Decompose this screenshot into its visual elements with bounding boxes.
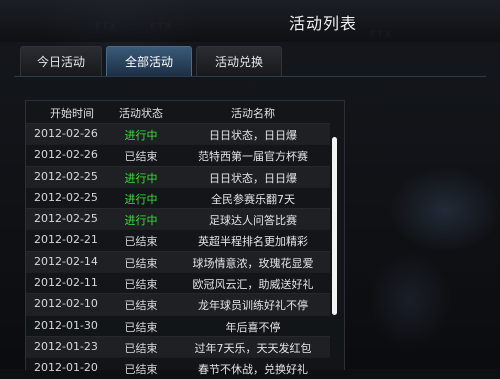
row-status: 进行中 (124, 192, 158, 206)
row-activity-name: 足球达人问答比赛 (209, 214, 297, 228)
row-start-date: 2012-02-10 (34, 297, 98, 311)
row-start-date: 2012-02-25 (34, 212, 98, 226)
title-bar: 活动列表 (0, 0, 500, 42)
table-row[interactable]: 2012-02-25 进行中 日日状态，日日爆 (26, 165, 330, 187)
tab-bar: 今日活动 全部活动 活动兑换 (14, 46, 486, 77)
row-activity-name: 春节不休战，兑换好礼 (198, 363, 308, 377)
row-activity-name: 日日状态，日日爆 (209, 129, 297, 142)
column-header-status[interactable]: 活动状态 (108, 105, 174, 121)
table-row[interactable]: 2012-02-26 进行中 日日状态，日日爆 (26, 123, 330, 145)
row-start-date: 2012-02-25 (34, 169, 98, 183)
table-row[interactable]: 2012-02-26 已结束 范特西第一届官方杯赛 (26, 144, 330, 165)
row-start-date: 2012-02-14 (34, 254, 98, 268)
activity-list-panel: 开始时间 活动状态 活动名称 2012-02-26 进行中 日日状态，日日爆 2012… (25, 100, 345, 376)
row-status: 已结束 (124, 341, 158, 355)
row-status: 已结束 (124, 320, 158, 334)
row-status: 已结束 (124, 299, 158, 313)
column-header-start-time[interactable]: 开始时间 (34, 105, 110, 121)
tab-today-activities[interactable]: 今日活动 (20, 46, 102, 76)
row-start-date: 2012-02-11 (34, 276, 98, 290)
row-status: 进行中 (124, 129, 158, 142)
table-row[interactable]: 2012-02-14 已结束 球场情意浓，玫瑰花显爱 (26, 250, 330, 273)
row-start-date: 2012-02-26 (34, 148, 98, 162)
row-status: 已结束 (124, 363, 158, 377)
table-row[interactable]: 2012-01-23 已结束 过年7天乐，天天发红包 (26, 335, 330, 358)
row-activity-name: 球场情意浓，玫瑰花显爱 (192, 256, 314, 270)
row-activity-name: 龙年球员训练好礼不停 (198, 299, 308, 313)
row-status: 进行中 (124, 214, 158, 228)
row-activity-name: 全民参赛乐翻7天 (211, 192, 295, 206)
row-start-date: 2012-02-21 (34, 233, 98, 247)
row-activity-name: 日日状态，日日爆 (209, 171, 297, 185)
row-status: 已结束 (124, 235, 158, 249)
row-activity-name: 范特西第一届官方杯赛 (198, 150, 308, 164)
scrollbar[interactable] (330, 133, 340, 370)
table-row[interactable]: 2012-01-30 已结束 年后喜不停 (26, 314, 330, 336)
row-activity-name: 欧冠风云汇，助威送好礼 (192, 278, 314, 292)
tab-all-activities[interactable]: 全部活动 (106, 46, 192, 76)
row-status: 已结束 (124, 150, 158, 164)
row-status: 已结束 (124, 256, 158, 270)
window-title: 活动列表 (289, 14, 358, 33)
row-activity-name: 过年7天乐，天天发红包 (194, 341, 312, 355)
row-start-date: 2012-02-25 (34, 190, 98, 204)
scrollbar-thumb[interactable] (332, 137, 337, 315)
row-start-date: 2012-01-30 (34, 318, 98, 332)
row-start-date: 2012-01-23 (34, 339, 98, 353)
table-row[interactable]: 2012-01-20 已结束 春节不休战，兑换好礼 (26, 357, 330, 378)
tab-activity-exchange[interactable]: 活动兑换 (196, 46, 282, 76)
table-row[interactable]: 2012-02-25 进行中 足球达人问答比赛 (26, 208, 330, 230)
table-row[interactable]: 2012-02-21 已结束 英超半程排名更加精彩 (26, 229, 330, 250)
row-status: 已结束 (124, 278, 158, 292)
table-row[interactable]: 2012-02-10 已结束 龙年球员训练好礼不停 (26, 293, 330, 315)
table-header: 开始时间 活动状态 活动名称 (26, 101, 344, 123)
row-start-date: 2012-02-26 (34, 127, 98, 140)
activity-list: 2012-02-26 进行中 日日状态，日日爆 2012-02-26 已结束 范特西第一届… (26, 123, 330, 379)
table-row[interactable]: 2012-02-11 已结束 欧冠风云汇，助威送好礼 (26, 272, 330, 293)
column-header-name[interactable]: 活动名称 (176, 105, 330, 121)
row-status: 进行中 (124, 171, 158, 185)
row-start-date: 2012-01-20 (34, 361, 98, 375)
row-activity-name: 英超半程排名更加精彩 (198, 235, 308, 249)
table-row[interactable]: 2012-02-25 进行中 全民参赛乐翻7天 (26, 186, 330, 208)
row-activity-name: 年后喜不停 (225, 320, 281, 334)
